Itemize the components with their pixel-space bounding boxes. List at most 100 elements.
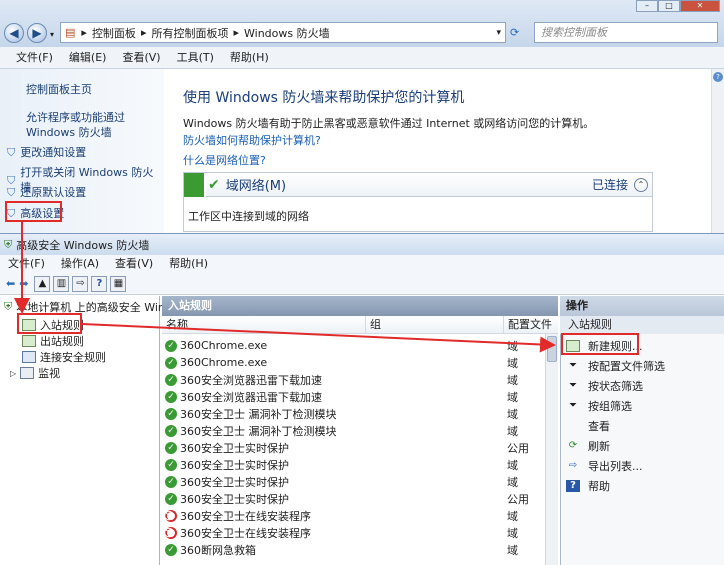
maximize-button[interactable]: □ [658,0,680,12]
allowed-check-icon: ✓ [165,407,177,420]
breadcrumb-1[interactable]: 所有控制面板项 [151,25,228,41]
adv-menu-view[interactable]: 查看(V) [107,253,161,275]
monitor-icon [20,367,35,379]
column-group[interactable]: 组 [366,316,504,334]
action-refresh[interactable]: ⟳ 刷新 [566,438,610,454]
rule-profile: 域 [507,475,518,489]
outbound-rules-icon [22,335,36,347]
forward-button[interactable]: ▶ [27,23,47,43]
tree-monitoring[interactable]: ▷ 监视 [10,365,60,381]
table-row[interactable]: ✓ 360安全卫士实时保护 域 [163,456,545,473]
column-profile[interactable]: 配置文件 [504,316,558,334]
action-help[interactable]: ? 帮助 [566,478,610,494]
adv-menu-file[interactable]: 文件(F) [0,253,53,275]
scrollbar[interactable]: ? [711,69,724,234]
restore-defaults-link[interactable]: ⛉ 还原默认设置 [7,185,86,200]
forward-arrow-icon[interactable]: ➡ [19,277,28,290]
action-filter-group[interactable]: ⏷ 按组筛选 [566,398,632,414]
properties-icon[interactable]: ▦ [110,275,127,292]
network-location-link[interactable]: 什么是网络位置? [183,153,266,168]
show-hide-tree-icon[interactable]: ▥ [53,275,70,292]
rule-name: 360安全卫士实时保护 [180,475,289,489]
search-input[interactable]: 搜索控制面板 [534,22,718,43]
menu-file[interactable]: 文件(F) [0,47,61,69]
back-arrow-icon[interactable]: ⬅ [6,277,15,290]
domain-network-header[interactable]: ✔ 域网络(M) 已连接 ⌃ [206,173,652,197]
table-row[interactable]: ✓ 360安全卫士实时保护 公用 [163,490,545,507]
close-button[interactable]: ✕ [680,0,720,12]
table-row[interactable]: ✓ 360Chrome.exe 域 [163,354,545,371]
action-filter-state[interactable]: ⏷ 按状态筛选 [566,378,643,394]
table-row[interactable]: ✓ 360断网急救箱 域 [163,541,545,558]
up-folder-icon[interactable]: ▲ [34,275,51,292]
allow-program-link[interactable]: 允许程序或功能通过 Windows 防火墙 [26,110,162,140]
adv-menu-action[interactable]: 操作(A) [53,253,107,275]
table-row[interactable]: ✓ 360安全卫士 漏洞补丁检测模块 域 [163,422,545,439]
rules-column-header: 名称 组 配置文件 [162,316,558,334]
table-row[interactable]: ✓ 360安全浏览器迅雷下载加速 域 [163,388,545,405]
address-dropdown-icon[interactable]: ▾ [496,28,501,38]
adv-menu-help[interactable]: 帮助(H) [161,253,216,275]
help-icon[interactable]: ? [713,72,723,82]
menu-bar: 文件(F) 编辑(E) 查看(V) 工具(T) 帮助(H) [0,47,724,69]
refresh-icon[interactable]: ⟳ [510,26,519,39]
rules-panel-title: 入站规则 [162,296,558,316]
advanced-window-title: 高级安全 Windows 防火墙 [16,238,150,252]
action-view[interactable]: 查看 [566,418,610,434]
table-row[interactable]: ⃠360安全卫士在线安装程序 域 [163,507,545,524]
shield-icon: ⛉ [7,146,16,159]
table-row[interactable]: ⃠360安全卫士在线安装程序 域 [163,524,545,541]
rule-profile: 域 [507,339,518,353]
column-name[interactable]: 名称 [162,316,366,334]
actions-section-inbound[interactable]: 入站规则 [560,316,724,334]
refresh-icon: ⟳ [568,440,578,451]
menu-view[interactable]: 查看(V) [114,47,168,69]
table-row[interactable]: ✓ 360安全卫士实时保护 域 [163,473,545,490]
help-icon[interactable]: ? [91,275,108,292]
rule-profile: 域 [507,424,518,438]
table-row[interactable]: ✓ 360Chrome.exe 域 [163,337,545,354]
rule-profile: 域 [507,458,518,472]
breadcrumb-2[interactable]: Windows 防火墙 [244,25,330,41]
minimize-button[interactable]: – [636,0,658,12]
menu-help[interactable]: 帮助(H) [222,47,277,69]
export-icon[interactable]: ⇨ [72,275,89,292]
rule-name: 360安全卫士 漏洞补丁检测模块 [180,407,337,421]
menu-edit[interactable]: 编辑(E) [61,47,115,69]
rule-name: 360断网急救箱 [180,543,256,557]
domain-network-panel: ✔ 域网络(M) 已连接 ⌃ 工作区中连接到域的网络 [183,172,653,232]
notification-settings-link[interactable]: ⛉ 更改通知设置 [7,145,86,160]
help-link[interactable]: 防火墙如何帮助保护计算机? [183,133,321,148]
breadcrumb-0[interactable]: 控制面板 [92,25,136,41]
address-bar[interactable]: ▤ ▸ 控制面板 ▸ 所有控制面板项 ▸ Windows 防火墙 ▾ [60,22,506,43]
expand-icon[interactable]: ▷ [10,369,16,378]
cp-home-link[interactable]: 控制面板主页 [26,82,92,97]
action-export-list[interactable]: ⇨ 导出列表... [566,458,643,474]
allowed-check-icon: ✓ [165,458,177,471]
highlight-inbound-rules [17,313,82,334]
allowed-check-icon: ✓ [165,441,177,454]
history-dropdown-icon[interactable]: ▾ [50,30,54,39]
table-row[interactable]: ✓ 360安全浏览器迅雷下载加速 域 [163,371,545,388]
rule-name: 360安全卫士在线安装程序 [180,509,311,523]
computer-shield-icon: ⛨ [4,300,13,313]
table-row[interactable]: ✓ 360安全卫士 漏洞补丁检测模块 域 [163,405,545,422]
scroll-thumb[interactable] [547,336,557,362]
rules-scrollbar[interactable] [545,334,558,565]
navigation-tree: ⛨ 本地计算机 上的高级安全 Wind 入站规则 出站规则 连接安全规则 ▷ 监视 [0,296,172,565]
tree-connection-security-rules[interactable]: 连接安全规则 [22,349,106,365]
tree-outbound-rules[interactable]: 出站规则 [22,333,84,349]
back-button[interactable]: ◀ [4,23,24,43]
action-filter-profile[interactable]: ⏷ 按配置文件筛选 [566,358,665,374]
menu-tools[interactable]: 工具(T) [169,47,222,69]
advanced-toolbar: ⬅ ➡ ▲ ▥ ⇨ ? ▦ [0,273,724,295]
advanced-menu-bar: 文件(F) 操作(A) 查看(V) 帮助(H) [0,255,724,273]
control-panel-titlebar: – □ ✕ ◀ ▶ ▾ ▤ ▸ 控制面板 ▸ 所有控制面板项 ▸ Windows… [0,0,724,47]
rule-name: 360安全浏览器迅雷下载加速 [180,390,322,404]
allowed-check-icon: ✓ [165,475,177,488]
shield-check-icon: ✔ [208,176,220,193]
rule-profile: 域 [507,509,518,523]
firewall-icon: ⛨ [4,237,13,251]
table-row[interactable]: ✓ 360安全卫士实时保护 公用 [163,439,545,456]
collapse-icon[interactable]: ⌃ [634,177,648,192]
